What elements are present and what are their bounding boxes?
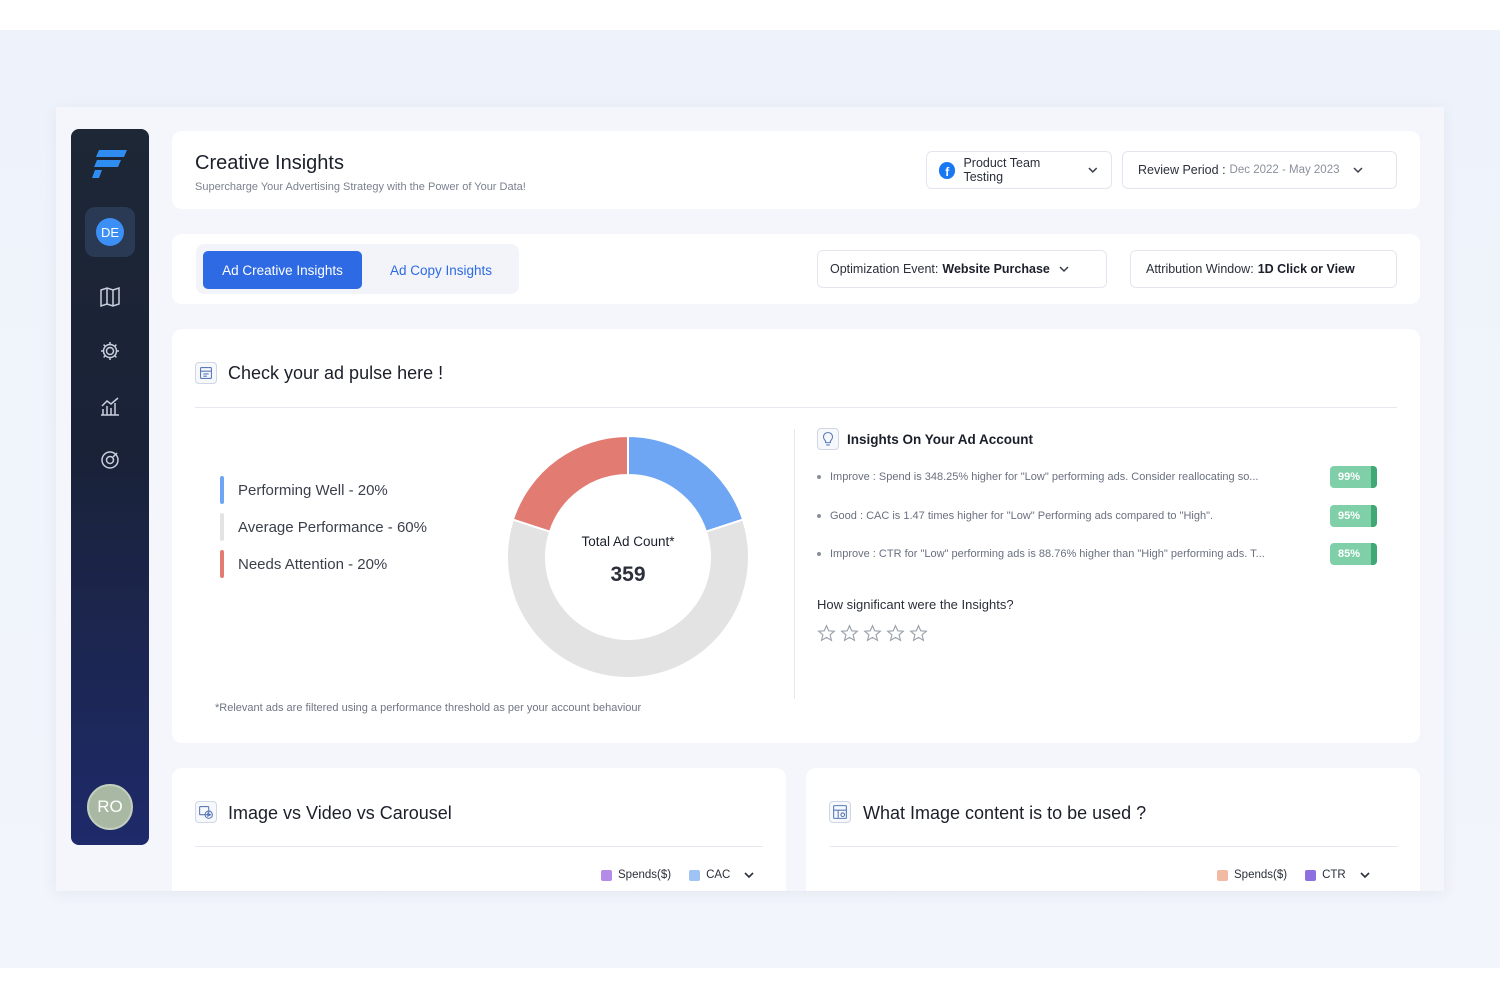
legend-label: CTR (1322, 869, 1346, 881)
bullet (817, 475, 821, 479)
facebook-icon: f (939, 161, 956, 179)
footnote: *Relevant ads are filtered using a perfo… (215, 702, 642, 714)
review-period-value: Dec 2022 - May 2023 (1229, 164, 1340, 176)
chevron-down-icon[interactable] (1359, 869, 1371, 881)
sidebar: DE RO (71, 129, 149, 845)
star-icon[interactable] (863, 624, 882, 643)
lightbulb-icon (817, 428, 839, 450)
insight-text: Improve : CTR for "Low" performing ads i… (830, 548, 1265, 560)
app-window: DE RO Creative Insights Supercharge Your… (56, 107, 1444, 891)
divider (830, 846, 1398, 847)
insight-item[interactable]: Improve : Spend is 348.25% higher for "L… (817, 466, 1377, 488)
legend-swatch (220, 513, 224, 541)
tabs-card: Ad Creative Insights Ad Copy Insights Op… (172, 234, 1420, 304)
rating-question: How significant were the Insights? (817, 597, 1014, 612)
legend-swatch (220, 550, 224, 578)
optimization-event-dropdown[interactable]: Optimization Event: Website Purchase (817, 250, 1107, 288)
page-title: Creative Insights (195, 152, 344, 174)
bullet (817, 552, 821, 556)
confidence-badge: 85% (1330, 543, 1377, 565)
attribution-value: 1D Click or View (1257, 262, 1355, 276)
tab-ad-creative-insights[interactable]: Ad Creative Insights (203, 251, 362, 289)
legend-label: Performing Well - 20% (238, 481, 388, 499)
legend-swatch (689, 869, 701, 881)
insights-title: Insights On Your Ad Account (847, 432, 1034, 447)
tab-group: Ad Creative Insights Ad Copy Insights (196, 244, 519, 294)
confidence-badge: 99% (1330, 466, 1377, 488)
legend-swatch (1217, 869, 1228, 881)
avatar[interactable]: DE (96, 218, 124, 246)
review-period-dropdown[interactable]: Review Period : Dec 2022 - May 2023 (1122, 151, 1397, 189)
chevron-down-icon (1088, 167, 1098, 173)
chevron-down-icon[interactable] (743, 869, 755, 881)
chevron-down-icon (1352, 167, 1363, 174)
insight-item[interactable]: Improve : CTR for "Low" performing ads i… (817, 543, 1377, 565)
legend-swatch (601, 869, 612, 881)
section-title: Check your ad pulse here ! (228, 363, 444, 383)
chart-panel-icon (195, 362, 217, 384)
media-icon (195, 801, 217, 823)
donut-slice-performing-well[interactable] (627, 435, 745, 533)
confidence-badge: 95% (1330, 505, 1377, 527)
divider (195, 846, 763, 847)
header-card: Creative Insights Supercharge Your Adver… (172, 131, 1420, 209)
star-icon[interactable] (909, 624, 928, 643)
tab-ad-copy-insights[interactable]: Ad Copy Insights (376, 251, 506, 289)
star-rating (817, 624, 928, 643)
chart-legend[interactable]: Spends($) CAC (601, 869, 755, 881)
legend-item: Needs Attention - 20% (220, 550, 387, 578)
analytics-icon[interactable] (99, 395, 121, 417)
chevron-down-icon (1059, 266, 1069, 273)
donut-slice-needs-attention[interactable] (511, 435, 629, 533)
legend-label: Needs Attention - 20% (238, 555, 388, 573)
attribution-window-dropdown[interactable]: Attribution Window: 1D Click or View (1130, 250, 1397, 288)
donut-center-value: 359 (610, 563, 646, 586)
star-icon[interactable] (817, 624, 836, 643)
attribution-label: Attribution Window: (1146, 262, 1254, 276)
review-period-label: Review Period : (1138, 163, 1226, 177)
ad-pulse-card: Check your ad pulse here ! Performing We… (172, 329, 1420, 743)
target-icon[interactable] (99, 449, 121, 471)
legend-label: CAC (706, 869, 731, 881)
legend-item: Average Performance - 60% (220, 513, 427, 541)
donut-chart (506, 435, 750, 679)
legend-swatch (220, 476, 224, 504)
divider (195, 407, 1397, 408)
star-icon[interactable] (840, 624, 859, 643)
legend-label: Average Performance - 60% (238, 518, 427, 536)
app-logo (92, 150, 127, 178)
image-content-card: What Image content is to be used ? Spend… (806, 768, 1420, 891)
insight-text: Improve : Spend is 348.25% higher for "L… (830, 471, 1259, 483)
optimization-label: Optimization Event: (830, 262, 939, 276)
image-vs-video-card: Image vs Video vs Carousel Spends($) CAC (172, 768, 786, 891)
image-grid-icon (829, 801, 851, 823)
donut-center-label: Total Ad Count* (581, 534, 675, 549)
settings-icon[interactable] (99, 340, 121, 362)
map-icon[interactable] (99, 286, 121, 308)
insight-item[interactable]: Good : CAC is 1.47 times higher for "Low… (817, 505, 1377, 527)
legend-item: Performing Well - 20% (220, 476, 388, 504)
section-title: Image vs Video vs Carousel (228, 803, 452, 823)
legend-label: Spends($) (618, 869, 672, 881)
insight-text: Good : CAC is 1.47 times higher for "Low… (830, 510, 1214, 522)
vertical-divider (794, 429, 795, 699)
legend-swatch (1305, 869, 1317, 881)
section-title: What Image content is to be used ? (863, 803, 1147, 823)
optimization-value: Website Purchase (942, 262, 1050, 276)
account-dropdown[interactable]: f Product Team Testing (926, 151, 1112, 189)
legend-label: Spends($) (1234, 869, 1288, 881)
user-avatar[interactable]: RO (87, 784, 133, 830)
chart-legend[interactable]: Spends($) CTR (1217, 869, 1371, 881)
bullet (817, 514, 821, 518)
star-icon[interactable] (886, 624, 905, 643)
page-subtitle: Supercharge Your Advertising Strategy wi… (195, 181, 526, 193)
account-label: Product Team Testing (963, 156, 1041, 184)
